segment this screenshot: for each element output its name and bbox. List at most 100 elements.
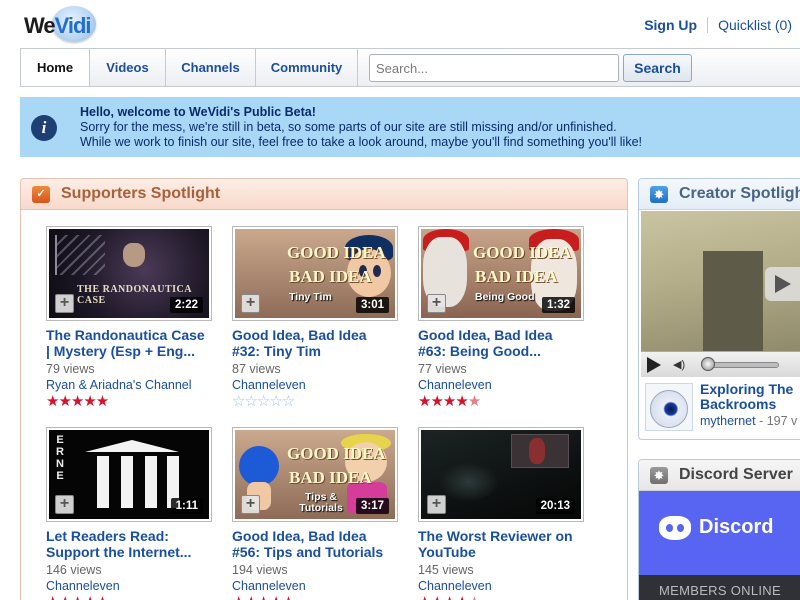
panel-header: ✸ Creator Spotlight <box>639 179 800 210</box>
thumbnail-shadow <box>439 462 499 502</box>
thumbnail-text: Being Good <box>475 291 535 303</box>
thumbnail-title: BAD IDEA <box>289 267 372 286</box>
video-channel-link[interactable]: Channeleven <box>418 579 588 593</box>
thumbnail-image: ERNE + 1:11 <box>49 430 209 519</box>
video-card[interactable]: GOOD IDEA BAD IDEA Tips & Tutorials + 3:… <box>232 427 402 600</box>
seek-handle[interactable] <box>701 357 715 371</box>
tab-videos[interactable]: Videos <box>90 49 166 86</box>
creator-channel-link[interactable]: mythernet <box>700 414 756 428</box>
discord-panel-icon: ✸ <box>650 467 668 484</box>
creator-video-title[interactable]: Exploring The Backrooms <box>700 382 800 412</box>
thumbnail-image: + 20:13 <box>421 430 581 519</box>
signup-link[interactable]: Sign Up <box>644 17 707 33</box>
thumbnail-stairs <box>55 235 105 275</box>
video-title-line: Let Readers Read: <box>46 528 169 544</box>
search-input[interactable] <box>369 54 619 82</box>
video-title[interactable]: Let Readers Read: Support the Internet..… <box>46 528 216 560</box>
video-title[interactable]: Good Idea, Bad Idea #63: Being Good... <box>418 327 588 359</box>
wevidi-logo[interactable]: WeVidi <box>22 4 98 46</box>
thumbnail-title: GOOD IDEA <box>473 243 572 262</box>
rating-stars: ★★★★★ <box>232 595 402 600</box>
discord-brand: Discord <box>699 516 774 538</box>
video-views: 77 views <box>418 362 467 376</box>
add-to-quicklist-button[interactable]: + <box>427 495 446 514</box>
add-to-quicklist-button[interactable]: + <box>241 294 260 313</box>
tab-home[interactable]: Home <box>21 49 90 86</box>
discord-members-online: MEMBERS ONLINE <box>639 575 800 600</box>
add-to-quicklist-button[interactable]: + <box>55 495 74 514</box>
spotlight-icon: ✓ <box>32 186 50 203</box>
rating-stars: ★★★★★ <box>418 393 481 410</box>
player-controls: ◀) <box>641 351 800 377</box>
video-channel-link[interactable]: Channeleven <box>418 378 588 392</box>
panel-title: Creator Spotlight <box>679 185 800 202</box>
add-to-quicklist-button[interactable]: + <box>241 495 260 514</box>
video-thumbnail[interactable]: ERNE + 1:11 <box>46 427 212 522</box>
add-to-quicklist-button[interactable]: + <box>55 294 74 313</box>
thumbnail-title: BAD IDEA <box>475 267 558 286</box>
thumbnail-title: GOOD IDEA <box>287 444 386 463</box>
thumbnail-character <box>373 265 381 277</box>
video-channel-link[interactable]: Channeleven <box>46 579 216 593</box>
thumbnail-image: GOOD IDEA BAD IDEA Being Good + 1:32 <box>421 229 581 318</box>
panel-title: Discord Server <box>679 466 793 483</box>
video-duration: 2:22 <box>169 297 203 313</box>
play-icon[interactable] <box>647 357 661 373</box>
eye-icon <box>650 390 688 428</box>
rating-stars: ★★★★★ <box>418 595 588 600</box>
video-thumbnail[interactable]: GOOD IDEA BAD IDEA Tips & Tutorials + 3:… <box>232 427 398 522</box>
video-title-line: | Mystery (Esp + Eng... <box>46 343 196 359</box>
add-to-quicklist-button[interactable]: + <box>427 294 446 313</box>
video-card[interactable]: GOOD IDEA BAD IDEA Tiny Tim + 3:01 Good … <box>232 226 402 410</box>
video-duration: 1:11 <box>170 498 203 514</box>
video-frame <box>703 251 763 351</box>
video-thumbnail[interactable]: GOOD IDEA BAD IDEA Being Good + 1:32 <box>418 226 584 321</box>
logo-text: WeVidi <box>24 13 92 38</box>
video-title-line: #63: Being Good... <box>418 343 541 359</box>
quicklist-link[interactable]: Quicklist (0) <box>708 17 800 33</box>
info-icon: i <box>31 115 57 141</box>
tab-channels[interactable]: Channels <box>166 49 256 86</box>
video-player[interactable] <box>641 211 800 351</box>
video-channel-link[interactable]: Channeleven <box>232 579 402 593</box>
thumbnail-face <box>123 243 145 267</box>
video-title-line: #32: Tiny Tim <box>232 343 321 359</box>
video-title-line: Good Idea, Bad Idea <box>232 327 367 343</box>
main-nav: Home Videos Channels Community Search <box>20 48 800 87</box>
video-title[interactable]: The Worst Reviewer on YouTube <box>418 528 588 560</box>
video-thumbnail[interactable]: GOOD IDEA BAD IDEA Tiny Tim + 3:01 <box>232 226 398 321</box>
video-card[interactable]: ERNE + 1:11 Let Readers Read: Support th… <box>46 427 216 600</box>
beta-notice: i Hello, welcome to WeVidi's Public Beta… <box>20 97 800 157</box>
notice-line: Sorry for the mess, we're still in beta,… <box>80 120 617 134</box>
play-overlay-icon[interactable] <box>765 267 800 301</box>
video-channel-link[interactable]: Channeleven <box>232 378 402 392</box>
video-thumbnail[interactable]: + 20:13 <box>418 427 584 522</box>
video-channel-link[interactable]: Ryan & Ariadna's Channel <box>46 378 216 392</box>
volume-icon[interactable]: ◀) <box>673 358 691 372</box>
thumbnail-title: GOOD IDEA <box>287 243 386 262</box>
discord-widget[interactable]: Discord MEMBERS ONLINE <box>639 491 800 600</box>
video-title-line: Good Idea, Bad Idea <box>232 528 367 544</box>
video-title-line: Good Idea, Bad Idea <box>418 327 553 343</box>
seek-bar[interactable] <box>705 362 779 368</box>
creator-thumbnail[interactable] <box>645 383 693 431</box>
notice-line: While we work to finish our site, feel f… <box>80 135 642 149</box>
video-title[interactable]: Good Idea, Bad Idea #32: Tiny Tim <box>232 327 402 359</box>
video-title[interactable]: Good Idea, Bad Idea #56: Tips and Tutori… <box>232 528 402 560</box>
video-card[interactable]: GOOD IDEA BAD IDEA Being Good + 1:32 Goo… <box>418 226 588 410</box>
video-thumbnail[interactable]: THE RANDONAUTICA CASE + 2:22 <box>46 226 212 321</box>
creator-video[interactable]: Exploring The Backrooms mythernet - 197 … <box>641 381 800 433</box>
video-card[interactable]: + 20:13 The Worst Reviewer on YouTube 14… <box>418 427 588 600</box>
video-title-line: YouTube <box>418 544 476 560</box>
video-duration: 3:17 <box>355 498 389 514</box>
discord-logo-icon <box>659 516 691 540</box>
tab-community[interactable]: Community <box>256 49 358 86</box>
search-button[interactable]: Search <box>623 54 692 82</box>
video-title-line: The Randonautica Case <box>46 327 205 343</box>
video-card[interactable]: THE RANDONAUTICA CASE + 2:22 The Randona… <box>46 226 216 410</box>
thumbnail-column <box>145 456 157 508</box>
video-title[interactable]: The Randonautica Case | Mystery (Esp + E… <box>46 327 216 359</box>
video-views: 79 views <box>46 362 95 376</box>
video-views: 87 views <box>232 362 281 376</box>
discord-panel: ✸ Discord Server Discord MEMBERS ONLINE <box>638 459 800 600</box>
